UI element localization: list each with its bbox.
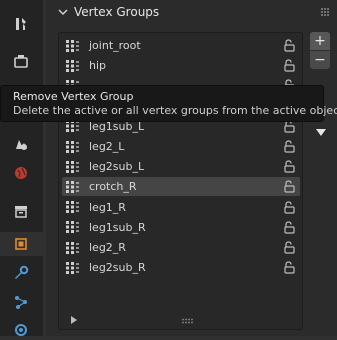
vertex-group-name: leg2_L (89, 140, 125, 153)
lock-icon[interactable] (283, 261, 295, 274)
filter-options-icon[interactable] (70, 316, 78, 324)
lock-icon[interactable] (283, 39, 295, 52)
panel-title: Vertex Groups (74, 5, 160, 19)
vertex-group-name: leg2sub_R (89, 261, 146, 275)
tooltip: Remove Vertex Group Delete the active or… (0, 85, 337, 122)
lock-icon[interactable] (283, 160, 295, 173)
vertex-group-name: leg2sub_L (89, 160, 145, 174)
lock-icon[interactable] (283, 59, 295, 72)
chevron-down-icon[interactable] (58, 7, 68, 17)
vertex-group-row[interactable]: crotch_R (62, 177, 300, 197)
vertex-group-name: hip (89, 59, 107, 73)
vertex-group-name: leg1sub_R (89, 220, 146, 234)
vertex-group-icon (66, 180, 80, 193)
vertex-group-list[interactable]: joint_root hip leg1sub_L leg2_L leg2sub_L cro… (58, 32, 303, 330)
specials-menu-icon[interactable] (316, 127, 326, 137)
drag-handle-icon[interactable] (319, 6, 331, 18)
view-layer-icon[interactable] (11, 134, 31, 154)
vertex-group-row[interactable]: hip (62, 56, 300, 75)
vertex-group-name: leg2_R (89, 241, 126, 254)
tooltip-description: Delete the active or all vertex groups f… (13, 104, 337, 117)
vertex-group-row[interactable]: leg2sub_L (62, 157, 300, 176)
vertex-group-icon (66, 39, 80, 52)
object-icon[interactable] (11, 234, 31, 254)
particles-icon[interactable] (11, 292, 31, 312)
vertex-group-row[interactable]: leg2_L (62, 137, 300, 156)
vertex-group-icon (66, 241, 80, 254)
vertex-group-icon (66, 120, 80, 133)
vertex-group-icon (66, 261, 80, 274)
add-vertex-group-button[interactable]: + (310, 32, 330, 51)
vertex-group-row[interactable]: leg2sub_R (62, 258, 300, 277)
vertex-group-name: crotch_R (89, 180, 137, 194)
physics-icon[interactable] (11, 320, 31, 340)
vertex-group-row[interactable]: leg1sub_R (62, 218, 300, 237)
world-icon[interactable] (11, 163, 31, 183)
vertex-groups-panel: Vertex Groups joint_root hip leg1sub_L leg2… (46, 0, 337, 336)
vertex-group-row[interactable]: leg1_R (62, 198, 300, 217)
render-icon[interactable] (11, 52, 31, 72)
vertex-group-icon (66, 59, 80, 72)
list-resize-grip-icon[interactable] (181, 318, 195, 324)
remove-vertex-group-button[interactable]: − (310, 51, 330, 69)
vertex-group-name: joint_root (89, 39, 141, 52)
vertex-group-name: leg1_R (89, 200, 126, 214)
vertex-group-icon (66, 160, 80, 173)
lock-icon[interactable] (283, 140, 295, 153)
properties-tab-column (0, 0, 43, 336)
lock-icon[interactable] (283, 221, 295, 234)
collection-icon[interactable] (11, 201, 31, 221)
modifier-icon[interactable] (11, 263, 31, 283)
lock-icon[interactable] (283, 241, 295, 254)
tool-icon[interactable] (11, 14, 31, 34)
vertex-group-icon (66, 201, 80, 214)
tooltip-title: Remove Vertex Group (13, 90, 134, 103)
vertex-group-row[interactable]: joint_root (62, 36, 300, 55)
vertex-group-row[interactable]: leg2_R (62, 238, 300, 257)
panel-header[interactable]: Vertex Groups (46, 0, 337, 24)
vertex-group-icon (66, 221, 80, 234)
lock-icon[interactable] (283, 200, 295, 214)
list-side-buttons: + − (310, 32, 330, 69)
vertex-group-icon (66, 140, 80, 153)
lock-icon[interactable] (283, 180, 295, 193)
